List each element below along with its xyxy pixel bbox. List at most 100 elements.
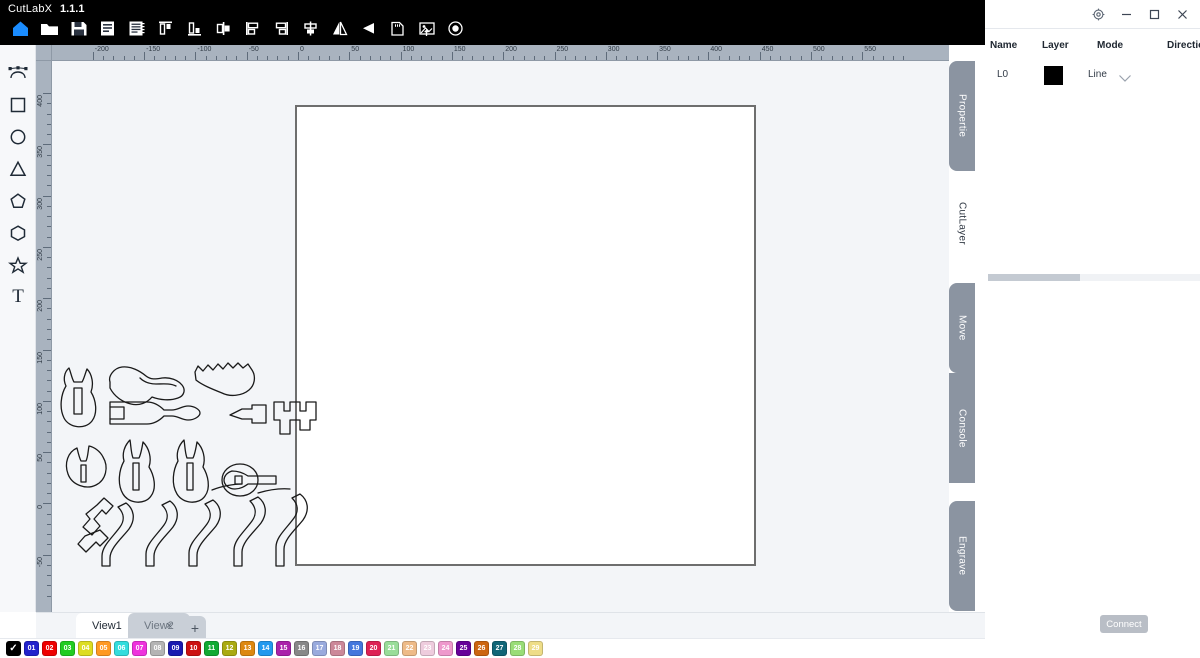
align-right-icon[interactable] [267,15,296,41]
ruler-tick [47,216,51,218]
target-icon[interactable] [441,15,470,41]
align-left-icon[interactable] [238,15,267,41]
ruler-tick [277,56,279,60]
minimize-icon[interactable] [1112,3,1140,25]
open-folder-icon[interactable] [35,15,64,41]
palette-swatch[interactable]: 11 [204,641,219,656]
design-canvas[interactable] [52,61,949,612]
ruler-tick [667,56,669,60]
application-window: CutLabX 1.1.1 T -200 -150 -100 -50 0 50 … [0,0,1200,658]
tab-engrave[interactable]: Engrave [949,501,975,611]
flip-vertical-icon[interactable] [325,15,354,41]
palette-swatch[interactable]: 28 [510,641,525,656]
palette-swatch[interactable]: 09 [168,641,183,656]
table-row[interactable]: L0 Line [985,62,1200,96]
close-icon[interactable] [1168,3,1196,25]
palette-swatch[interactable]: 06 [114,641,129,656]
column-header-mode: Mode [1097,40,1124,51]
palette-swatch[interactable]: 07 [132,641,147,656]
tool-silhouette-line-art[interactable] [52,358,352,573]
vertical-ruler[interactable]: 400 350 300 250 200 150 100 50 0 -50 [36,61,52,612]
ruler-tick [47,513,51,515]
palette-swatch[interactable]: 03 [60,641,75,656]
sd-card-icon[interactable] [383,15,412,41]
palette-swatch[interactable]: 15 [276,641,291,656]
scrollbar-thumb[interactable] [988,274,1080,281]
home-icon[interactable] [6,15,35,41]
palette-swatch[interactable]: 13 [240,641,255,656]
palette-swatch[interactable]: 24 [438,641,453,656]
align-bottom-icon[interactable] [180,15,209,41]
palette-swatch[interactable]: 18 [330,641,345,656]
ruler-label: -50 [248,46,259,53]
add-view-button[interactable]: + [184,616,206,639]
tab-move[interactable]: Move [949,283,975,373]
palette-swatch[interactable]: 08 [150,641,165,656]
palette-swatch[interactable]: 29 [528,641,543,656]
ruler-tick [47,421,51,423]
star-tool[interactable] [0,249,36,281]
hexagon-tool[interactable] [0,217,36,249]
column-header-name: Name [990,40,1018,51]
column-header-direction: Directio [1167,40,1200,51]
palette-swatch[interactable]: 22 [402,641,417,656]
palette-swatch[interactable]: 19 [348,641,363,656]
align-middle-icon[interactable] [209,15,238,41]
tab-console[interactable]: Console [949,373,975,483]
palette-swatch[interactable]: 12 [222,641,237,656]
align-top-icon[interactable] [151,15,180,41]
chevron-down-icon[interactable] [1118,70,1132,88]
palette-swatch[interactable]: 01 [24,641,39,656]
ruler-label: 150 [453,46,466,53]
save-icon[interactable] [64,15,93,41]
import-image-icon[interactable] [412,15,441,41]
ruler-tick [267,56,269,60]
horizontal-ruler[interactable]: -200 -150 -100 -50 0 50 100 150 200 250 300 350 400 4… [52,45,949,61]
ellipse-tool[interactable] [0,121,36,153]
ruler-tick [349,52,351,60]
palette-swatch[interactable]: 21 [384,641,399,656]
palette-swatch[interactable]: 04 [78,641,93,656]
triangle-tool[interactable] [0,153,36,185]
pentagon-tool[interactable] [0,185,36,217]
ruler-label: 50 [351,46,360,53]
palette-swatch[interactable]: 10 [186,641,201,656]
document-icon[interactable] [93,15,122,41]
palette-swatch[interactable]: 05 [96,641,111,656]
settings-gear-icon[interactable] [1084,3,1112,25]
node-edit-tool[interactable] [0,57,36,89]
rectangle-tool[interactable] [0,89,36,121]
ruler-tick [43,452,51,454]
tab-view2[interactable]: View2 [128,613,190,639]
layer-color-swatch[interactable] [1044,66,1063,85]
palette-swatch[interactable]: 20 [366,641,381,656]
ruler-tick [287,56,289,60]
palette-swatch[interactable]: 25 [456,641,471,656]
palette-swatch[interactable]: ✓ [6,641,21,656]
connect-button[interactable]: Connect [1100,615,1148,633]
ruler-tick [154,56,156,60]
align-center-icon[interactable] [296,15,325,41]
ruler-tick [298,52,299,60]
ruler-tick [410,56,412,60]
layers-icon[interactable] [122,15,151,41]
ruler-tick [328,56,330,60]
flip-horizontal-icon[interactable] [354,15,383,41]
palette-swatch[interactable]: 23 [420,641,435,656]
ruler-label: -150 [146,46,161,53]
palette-swatch[interactable]: 26 [474,641,489,656]
palette-swatch[interactable]: 17 [312,641,327,656]
panel-horizontal-scrollbar[interactable] [988,274,1200,281]
ruler-tick [482,56,484,60]
ruler-tick [47,339,51,341]
palette-swatch[interactable]: 02 [42,641,57,656]
palette-swatch[interactable]: 27 [492,641,507,656]
maximize-icon[interactable] [1140,3,1168,25]
tab-properties[interactable]: Propertie [949,61,975,171]
text-tool[interactable]: T [0,281,36,313]
close-icon[interactable]: × [166,620,172,632]
ruler-tick [47,113,51,115]
tab-cutlayer[interactable]: CutLayer [949,173,975,273]
palette-swatch[interactable]: 16 [294,641,309,656]
palette-swatch[interactable]: 14 [258,641,273,656]
